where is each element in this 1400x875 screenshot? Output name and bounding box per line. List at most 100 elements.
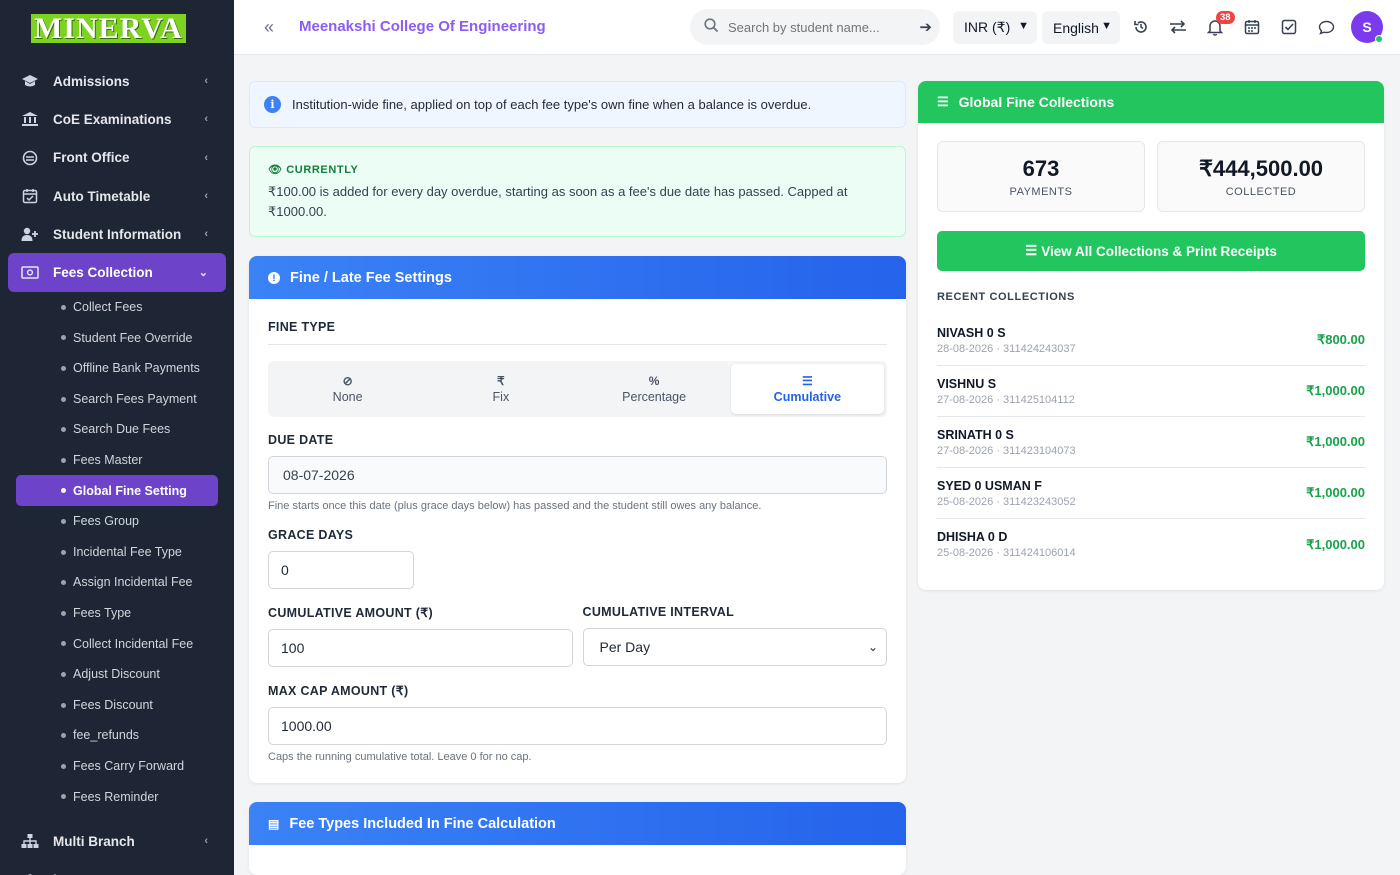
submenu-item-student-fee-override[interactable]: Student Fee Override [0,322,234,353]
language-select[interactable]: English ▼ [1042,11,1120,44]
currency-select[interactable]: INR (₹) ▼ [953,11,1037,44]
collection-amount: ₹800.00 [1316,332,1365,347]
rupee-icon: ₹ [497,374,505,388]
sidebar-item-front-office[interactable]: Front Office ‹ [0,139,234,177]
max-cap-input[interactable]: 1000.00 [268,707,887,745]
payments-count: 673 [1022,155,1060,181]
user-avatar[interactable]: S [1351,11,1383,43]
submenu-item-fees-group[interactable]: Fees Group [0,506,234,537]
logo[interactable]: MINERVA [31,13,186,43]
submenu-label: Search Fees Payment [73,391,197,406]
view-all-collections-button[interactable]: ☰ View All Collections & Print Receipts [937,231,1365,271]
option-label: Fix [492,390,510,404]
cumulative-interval-select[interactable]: Per Day ⌄ [582,628,887,666]
submenu-item-fee-refunds[interactable]: fee_refunds [0,720,234,751]
student-name: SRINATH 0 S [937,427,1014,442]
submenu-item-fees-carry-forward[interactable]: Fees Carry Forward [0,751,234,782]
submenu-item-offline-bank-payments[interactable]: Offline Bank Payments [0,353,234,384]
chevron-down-icon: ▼ [1101,20,1112,32]
collected-stat: ₹444,500.00 COLLECTED [1157,141,1365,212]
chat-bubble-icon[interactable] [1316,17,1336,37]
grace-days-input[interactable]: 0 [268,551,414,589]
collection-info: SYED 0 USMAN F 25-08-2026 · 311423243052 [937,479,1076,508]
list-item[interactable]: SYED 0 USMAN F 25-08-2026 · 311423243052 … [937,468,1365,519]
list-icon: ☰ [1025,243,1038,258]
submenu-item-global-fine-setting[interactable]: Global Fine Setting [16,475,218,506]
list-item[interactable]: DHISHA 0 D 25-08-2026 · 311424106014 ₹1,0… [937,519,1365,570]
recent-collections-label: RECENT COLLECTIONS [937,291,1075,303]
card-title: Fee Types Included In Fine Calculation [289,815,556,832]
option-label: None [332,390,363,404]
collection-amount: ₹1,000.00 [1306,383,1365,398]
student-name: VISHNU S [937,376,997,391]
search-input[interactable] [728,19,908,35]
list-item[interactable]: SRINATH 0 S 27-08-2026 · 311423104073 ₹1,… [937,417,1365,468]
collection-amount: ₹1,000.00 [1306,434,1365,449]
due-date-help: Fine starts once this date (plus grace d… [268,500,762,512]
eye-icon: 👁 [268,164,283,176]
sidebar-item-partial[interactable]: $ L [0,860,234,875]
student-search: ➔ [690,9,940,45]
notifications-bell-icon[interactable]: 38 [1205,11,1235,37]
submenu-label: Adjust Discount [73,667,160,682]
sidebar-item-auto-timetable[interactable]: Auto Timetable ‹ [0,177,234,215]
submenu-label: Fees Type [73,606,132,621]
currency-value: INR (₹) [964,19,1011,35]
list-item[interactable]: NIVASH 0 S 28-08-2026 · 311424243037 ₹800… [937,315,1365,366]
collections-header: ☰ Global Fine Collections [918,81,1384,123]
global-fine-collections-card: ☰ Global Fine Collections 673 PAYMENTS ₹… [918,81,1384,590]
fine-type-none[interactable]: ⊘ None [271,364,424,414]
max-cap-help: Caps the running cumulative total. Leave… [268,751,532,763]
submenu-item-fees-type[interactable]: Fees Type [0,598,234,629]
due-date-label: DUE DATE [268,433,334,447]
submenu-item-fees-discount[interactable]: Fees Discount [0,690,234,721]
submenu-item-fees-reminder[interactable]: Fees Reminder [0,781,234,812]
sidebar-item-multi-branch[interactable]: Multi Branch ‹ [0,822,234,860]
submenu-item-fees-master[interactable]: Fees Master [0,445,234,476]
submenu-label: Fees Group [73,514,140,529]
cumulative-amount-input[interactable]: 100 [268,629,573,667]
switch-icon[interactable] [1168,17,1188,37]
list-item[interactable]: VISHNU S 27-08-2026 · 311425104112 ₹1,000… [937,366,1365,417]
grace-days-label: GRACE DAYS [268,528,354,542]
submenu-item-incidental-fee-type[interactable]: Incidental Fee Type [0,537,234,568]
logo-wrap: MINERVA [0,0,234,56]
due-date-input[interactable]: 08-07-2026 [268,456,887,494]
calendar-icon[interactable] [1242,17,1262,37]
table-icon: ▤ [268,816,280,831]
tasks-check-icon[interactable] [1279,17,1299,37]
current-text: ₹100.00 is added for every day overdue, … [268,184,848,219]
submenu-item-collect-fees[interactable]: Collect Fees [0,292,234,323]
submenu-item-search-due-fees[interactable]: Search Due Fees [0,414,234,445]
collection-info: NIVASH 0 S 28-08-2026 · 311424243037 [937,326,1076,355]
college-name: Meenakshi College Of Engineering [299,18,546,35]
arrow-right-icon[interactable]: ➔ [919,18,932,36]
sidebar-item-coe-examinations[interactable]: CoE Examinations ‹ [0,100,234,138]
sidebar-item-label: Auto Timetable [53,188,151,204]
collection-amount: ₹1,000.00 [1306,485,1365,500]
sidebar-item-student-information[interactable]: Student Information ‹ [0,215,234,253]
submenu-item-adjust-discount[interactable]: Adjust Discount [0,659,234,690]
sidebar-item-fees-collection[interactable]: Fees Collection ⌄ [8,253,226,292]
list-icon: ☰ [937,94,949,109]
fine-type-label: FINE TYPE [268,320,336,334]
institution-icon [20,110,40,128]
sidebar-item-label: Admissions [53,73,130,89]
fine-type-cumulative[interactable]: ☰ Cumulative [730,364,884,414]
submenu-item-collect-incidental-fee[interactable]: Collect Incidental Fee [0,628,234,659]
history-icon[interactable] [1131,17,1151,37]
collection-meta: 27-08-2026 · 311423104073 [937,444,1076,457]
grace-days-value: 0 [281,562,289,578]
collapse-sidebar-icon[interactable]: « [258,17,280,39]
list-ol-icon: ☰ [801,374,813,388]
language-value: English [1053,19,1099,36]
option-label: Percentage [622,390,687,404]
submenu-item-assign-incidental-fee[interactable]: Assign Incidental Fee [0,567,234,598]
fee-types-card: ▤ Fee Types Included In Fine Calculation [249,802,906,875]
fine-type-fix[interactable]: ₹ Fix [424,364,577,414]
sidebar-item-admissions[interactable]: Admissions ‹ [0,62,234,100]
recent-collections-list: NIVASH 0 S 28-08-2026 · 311424243037 ₹800… [918,315,1384,570]
fine-type-percentage[interactable]: % Percentage [578,364,731,414]
submenu-item-search-fees-payment[interactable]: Search Fees Payment [0,384,234,415]
sidebar: MINERVA Admissions ‹ CoE Examinations ‹ … [0,0,234,875]
